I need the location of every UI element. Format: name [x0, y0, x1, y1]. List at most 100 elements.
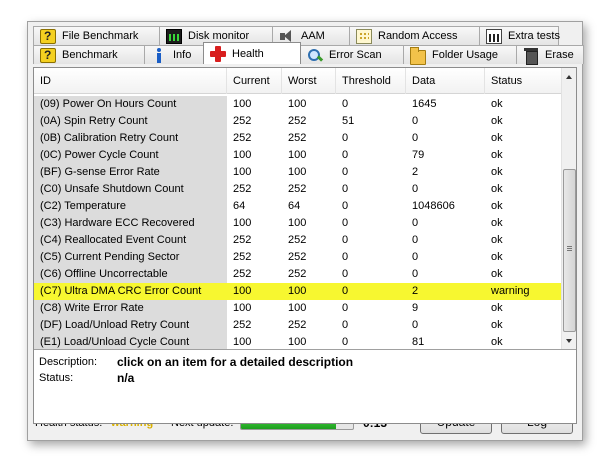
tab-label: Error Scan [329, 49, 382, 61]
tab-random-access[interactable]: Random Access [349, 26, 480, 45]
tab-info[interactable]: Info [144, 45, 204, 64]
list-rows: (09) Power On Hours Count 100 100 0 1645 ok (0… [34, 96, 564, 349]
cell-worst: 252 [288, 268, 307, 280]
cell-threshold: 0 [342, 251, 349, 263]
cell-data: 0 [412, 132, 419, 144]
cell-worst: 100 [282, 283, 336, 300]
random-access-icon [356, 28, 372, 44]
cell-current: 100 [233, 217, 252, 229]
cell-threshold: 0 [342, 217, 349, 229]
table-row[interactable]: (0B) Calibration Retry Count 252 252 0 0 ok [34, 130, 564, 147]
cell-current: 252 [233, 115, 252, 127]
table-row[interactable]: (C4) Reallocated Event Count 252 252 0 0 ok [34, 232, 564, 249]
cell-threshold: 0 [342, 200, 349, 212]
cell-worst: 64 [288, 200, 301, 212]
cell-worst: 100 [288, 98, 307, 110]
cell-id: (C2) Temperature [34, 198, 227, 215]
cell-status: ok [491, 149, 503, 161]
disk-monitor-icon [166, 28, 182, 44]
table-row[interactable]: (C7) Ultra DMA CRC Error Count 100 100 0 2 wa… [34, 283, 564, 300]
cell-id: (09) Power On Hours Count [34, 96, 227, 113]
cell-current: 100 [233, 98, 252, 110]
tab-label: Benchmark [62, 49, 118, 61]
tab-folder-usage[interactable]: Folder Usage [403, 45, 517, 65]
table-row[interactable]: (BF) G-sense Error Rate 100 100 0 2 ok [34, 164, 564, 181]
table-row[interactable]: (C3) Hardware ECC Recovered 100 100 0 0 ok [34, 215, 564, 232]
cell-data: 0 [412, 183, 419, 195]
cell-current: 252 [233, 132, 252, 144]
tab-label: Disk monitor [188, 30, 250, 42]
column-header-worst[interactable]: Worst [282, 68, 336, 94]
tab-label: Folder Usage [432, 49, 499, 61]
cell-id: (C8) Write Error Rate [34, 300, 227, 317]
table-row[interactable]: (0C) Power Cycle Count 100 100 0 79 ok [34, 147, 564, 164]
table-row[interactable]: (C2) Temperature 64 64 0 1048606 ok [34, 198, 564, 215]
table-row[interactable]: (E1) Load/Unload Cycle Count 100 100 0 81 ok [34, 334, 564, 349]
vertical-scrollbar[interactable] [561, 68, 576, 349]
cell-threshold: 0 [342, 166, 349, 178]
table-row[interactable]: (09) Power On Hours Count 100 100 0 1645 ok [34, 96, 564, 113]
cell-current: 252 [233, 234, 252, 246]
table-row[interactable]: (C8) Write Error Rate 100 100 0 9 ok [34, 300, 564, 317]
cell-id: (BF) G-sense Error Rate [34, 164, 227, 181]
health-cross-icon [210, 46, 226, 62]
cell-threshold: 0 [342, 268, 349, 280]
trash-icon [523, 47, 539, 65]
cell-current: 252 [233, 268, 252, 280]
cell-worst: 252 [288, 234, 307, 246]
scroll-up-arrow-icon[interactable] [562, 68, 576, 85]
column-header-threshold[interactable]: Threshold [336, 68, 406, 94]
cell-data: 0 [412, 251, 419, 263]
cell-id: (C4) Reallocated Event Count [34, 232, 227, 249]
tab-extra-tests[interactable]: Extra tests [479, 26, 560, 45]
cell-id: (C7) Ultra DMA CRC Error Count [34, 283, 227, 300]
tab-error-scan[interactable]: Error Scan [300, 45, 404, 64]
cell-current: 252 [233, 183, 252, 195]
tab-label: Health [232, 47, 264, 60]
smart-attribute-list[interactable]: ID Current Worst Threshold Data Status (09) P… [34, 68, 576, 350]
cell-id: (0B) Calibration Retry Count [34, 130, 227, 147]
cell-threshold: 51 [342, 115, 355, 127]
cell-status: ok [491, 319, 503, 331]
cell-threshold: 0 [342, 98, 349, 110]
tab-health[interactable]: Health [203, 42, 301, 64]
table-row[interactable]: (0A) Spin Retry Count 252 252 51 0 ok [34, 113, 564, 130]
cell-threshold: 0 [342, 234, 349, 246]
table-row[interactable]: (C0) Unsafe Shutdown Count 252 252 0 0 ok [34, 181, 564, 198]
tab-benchmark[interactable]: Benchmark [33, 45, 145, 64]
column-header-status[interactable]: Status [485, 68, 564, 94]
table-row[interactable]: (DF) Load/Unload Retry Count 252 252 0 0 ok [34, 317, 564, 334]
cell-worst: 100 [288, 149, 307, 161]
tab-erase[interactable]: Erase [516, 45, 584, 65]
cell-status: ok [491, 98, 503, 110]
column-header-id[interactable]: ID [34, 68, 227, 94]
cell-current: 100 [227, 283, 282, 300]
cell-worst: 100 [288, 217, 307, 229]
cell-data: 0 [412, 217, 419, 229]
scroll-down-arrow-icon[interactable] [562, 333, 576, 349]
cell-data: 79 [412, 149, 425, 161]
column-header-data[interactable]: Data [406, 68, 485, 94]
cell-data: 0 [412, 268, 419, 280]
cell-id: (C0) Unsafe Shutdown Count [34, 181, 227, 198]
cell-data: 0 [412, 115, 419, 127]
cell-id: (DF) Load/Unload Retry Count [34, 317, 227, 334]
cell-status: ok [491, 166, 503, 178]
table-row[interactable]: (C5) Current Pending Sector 252 252 0 0 ok [34, 249, 564, 266]
cell-threshold: 0 [342, 336, 349, 348]
cell-id: (0C) Power Cycle Count [34, 147, 227, 164]
cell-threshold: 0 [342, 319, 349, 331]
column-header-current[interactable]: Current [227, 68, 282, 94]
info-icon [151, 47, 167, 63]
cell-worst: 252 [288, 319, 307, 331]
health-panel: ID Current Worst Threshold Data Status (09) P… [33, 67, 577, 424]
cell-status: ok [491, 336, 503, 348]
cell-current: 64 [233, 200, 246, 212]
tab-label: Random Access [378, 30, 458, 42]
cell-threshold: 0 [342, 183, 349, 195]
cell-data: 81 [412, 336, 425, 348]
scroll-thumb[interactable] [563, 169, 576, 332]
cell-status: warning [485, 283, 564, 300]
tab-file-benchmark[interactable]: File Benchmark [33, 26, 160, 45]
table-row[interactable]: (C6) Offline Uncorrectable 252 252 0 0 ok [34, 266, 564, 283]
